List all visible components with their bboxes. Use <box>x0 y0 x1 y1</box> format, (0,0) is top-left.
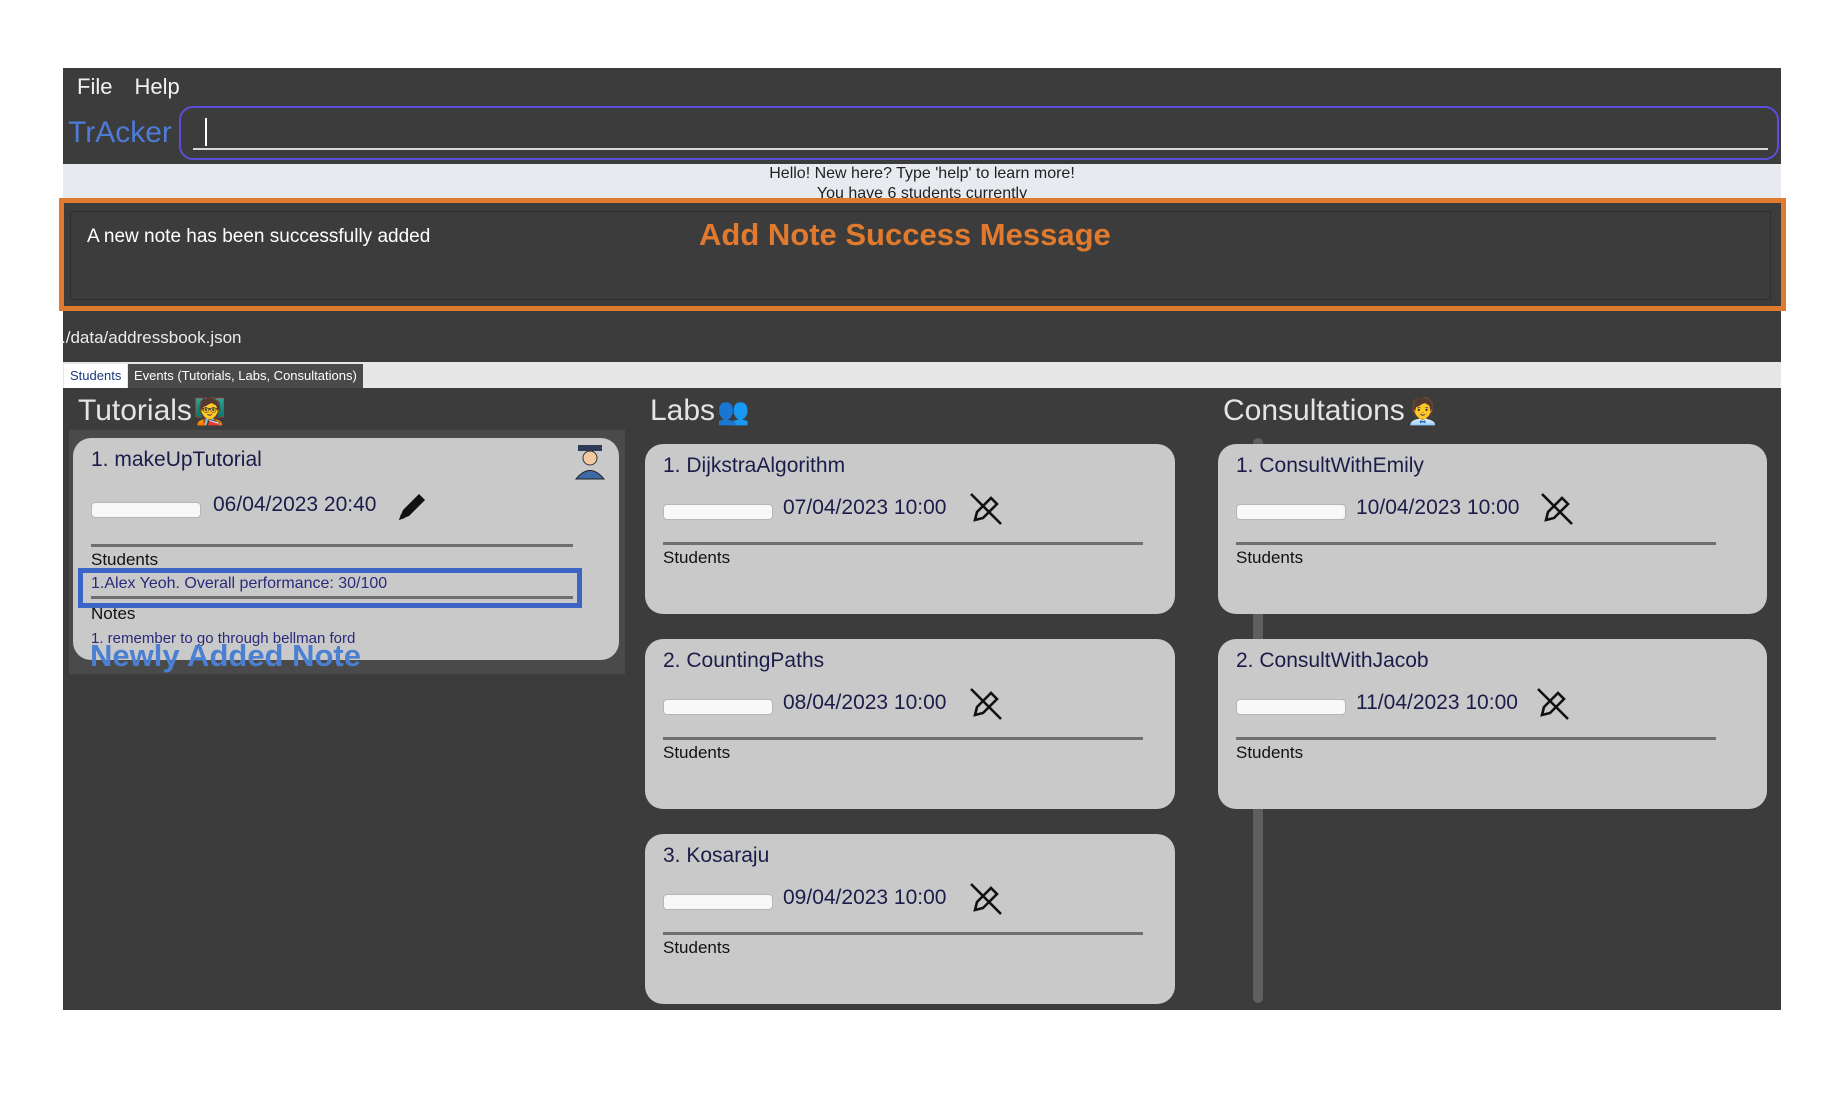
text-caret <box>205 118 207 146</box>
pencil-off-icon[interactable] <box>967 490 1005 528</box>
tutorial-progress-bar <box>91 502 201 518</box>
command-input[interactable] <box>193 112 1768 150</box>
consultation-progress-bar <box>1236 699 1346 715</box>
lab-name: DijkstraAlgorithm <box>686 454 846 477</box>
tutorials-title: Tutorials 🧑‍🏫 <box>78 394 226 428</box>
lab-date: 09/04/2023 10:00 <box>783 886 947 909</box>
welcome-line-1: Hello! New here? Type 'help' to learn mo… <box>769 165 1075 182</box>
app-window: File Help TrAcker Hello! New here? Type … <box>59 68 1786 1010</box>
consultations-title: Consultations 🧑‍💼 <box>1223 394 1439 428</box>
new-note-highlight <box>78 568 582 608</box>
lab-index: 3. <box>663 844 681 867</box>
consultation-name: ConsultWithEmily <box>1259 454 1424 477</box>
tutorial-card[interactable]: 1. makeUpTutorial 06/04/2023 20:40 Stude… <box>73 438 619 660</box>
lab-divider <box>663 932 1143 935</box>
tutorial-index: 1. <box>91 448 109 471</box>
lab-card[interactable]: 2. CountingPaths 08/04/2023 10:00 Studen… <box>645 639 1175 809</box>
menu-bar: File Help <box>63 68 1781 106</box>
lab-name: CountingPaths <box>686 649 825 672</box>
consultations-title-text: Consultations <box>1223 394 1405 427</box>
pencil-icon[interactable] <box>393 488 431 526</box>
result-message: A new note has been successfully added <box>87 226 431 247</box>
pencil-off-icon[interactable] <box>1538 490 1576 528</box>
pencil-off-icon[interactable] <box>967 880 1005 918</box>
labs-title: Labs 👥 <box>650 394 749 428</box>
tutorial-students-label: Students <box>91 550 159 569</box>
consultation-date: 11/04/2023 10:00 <box>1356 691 1518 714</box>
status-bar-path: ./data/addressbook.json <box>61 328 242 347</box>
lab-date: 08/04/2023 10:00 <box>783 691 947 714</box>
lab-name: Kosaraju <box>686 844 770 867</box>
pencil-off-icon[interactable] <box>1534 685 1572 723</box>
consultation-title: 1. ConsultWithEmily <box>1236 454 1424 478</box>
labs-title-text: Labs <box>650 394 716 427</box>
welcome-banner: Hello! New here? Type 'help' to learn mo… <box>63 164 1781 202</box>
consultation-divider <box>1236 542 1716 545</box>
consultation-title: 2. ConsultWithJacob <box>1236 649 1429 673</box>
lab-students-label: Students <box>663 548 731 567</box>
consultation-icon: 🧑‍💼 <box>1406 395 1440 426</box>
consultation-progress-bar <box>1236 504 1346 520</box>
menu-help[interactable]: Help <box>134 74 179 100</box>
lab-card[interactable]: 3. Kosaraju 09/04/2023 10:00 Students <box>645 834 1175 1004</box>
tutorial-date: 06/04/2023 20:40 <box>213 493 377 516</box>
tutorials-title-text: Tutorials <box>78 394 192 427</box>
lab-title: 1. DijkstraAlgorithm <box>663 454 845 478</box>
consultation-index: 2. <box>1236 649 1254 672</box>
lab-title: 2. CountingPaths <box>663 649 824 673</box>
lab-divider <box>663 542 1143 545</box>
consultation-name: ConsultWithJacob <box>1259 649 1429 672</box>
lab-icon: 👥 <box>717 395 750 426</box>
lab-progress-bar <box>663 894 773 910</box>
lab-date: 07/04/2023 10:00 <box>783 496 947 519</box>
menu-file[interactable]: File <box>77 74 112 100</box>
consultation-students-label: Students <box>1236 743 1304 762</box>
graduate-icon <box>574 445 606 480</box>
teacher-icon: 🧑‍🏫 <box>193 395 227 426</box>
consultation-divider <box>1236 737 1716 740</box>
success-message-highlight: A new note has been successfully added A… <box>59 198 1786 311</box>
lab-students-label: Students <box>663 743 731 762</box>
tab-events[interactable]: Events (Tutorials, Labs, Consultations) <box>128 364 363 388</box>
app-title: TrAcker <box>68 116 172 149</box>
consultation-card[interactable]: 1. ConsultWithEmily 10/04/2023 10:00 Stu… <box>1218 444 1767 614</box>
lab-progress-bar <box>663 504 773 520</box>
pencil-off-icon[interactable] <box>967 685 1005 723</box>
lab-title: 3. Kosaraju <box>663 844 769 868</box>
lab-divider <box>663 737 1143 740</box>
lab-students-label: Students <box>663 938 731 957</box>
lab-card[interactable]: 1. DijkstraAlgorithm 07/04/2023 10:00 St… <box>645 444 1175 614</box>
lab-index: 1. <box>663 454 681 477</box>
tutorial-divider-1 <box>91 544 573 547</box>
tab-students[interactable]: Students <box>64 364 128 388</box>
tab-bar: Students Events (Tutorials, Labs, Consul… <box>63 362 1781 388</box>
command-box <box>179 106 1779 160</box>
consultation-index: 1. <box>1236 454 1254 477</box>
success-message-annotation: Add Note Success Message <box>699 217 1111 252</box>
consultation-students-label: Students <box>1236 548 1304 567</box>
new-note-annotation: Newly Added Note <box>90 638 361 673</box>
lab-index: 2. <box>663 649 681 672</box>
lab-progress-bar <box>663 699 773 715</box>
consultation-card[interactable]: 2. ConsultWithJacob 11/04/2023 10:00 Stu… <box>1218 639 1767 809</box>
tutorial-name: makeUpTutorial <box>114 448 262 471</box>
tutorial-title: 1. makeUpTutorial <box>91 448 262 472</box>
consultation-date: 10/04/2023 10:00 <box>1356 496 1520 519</box>
